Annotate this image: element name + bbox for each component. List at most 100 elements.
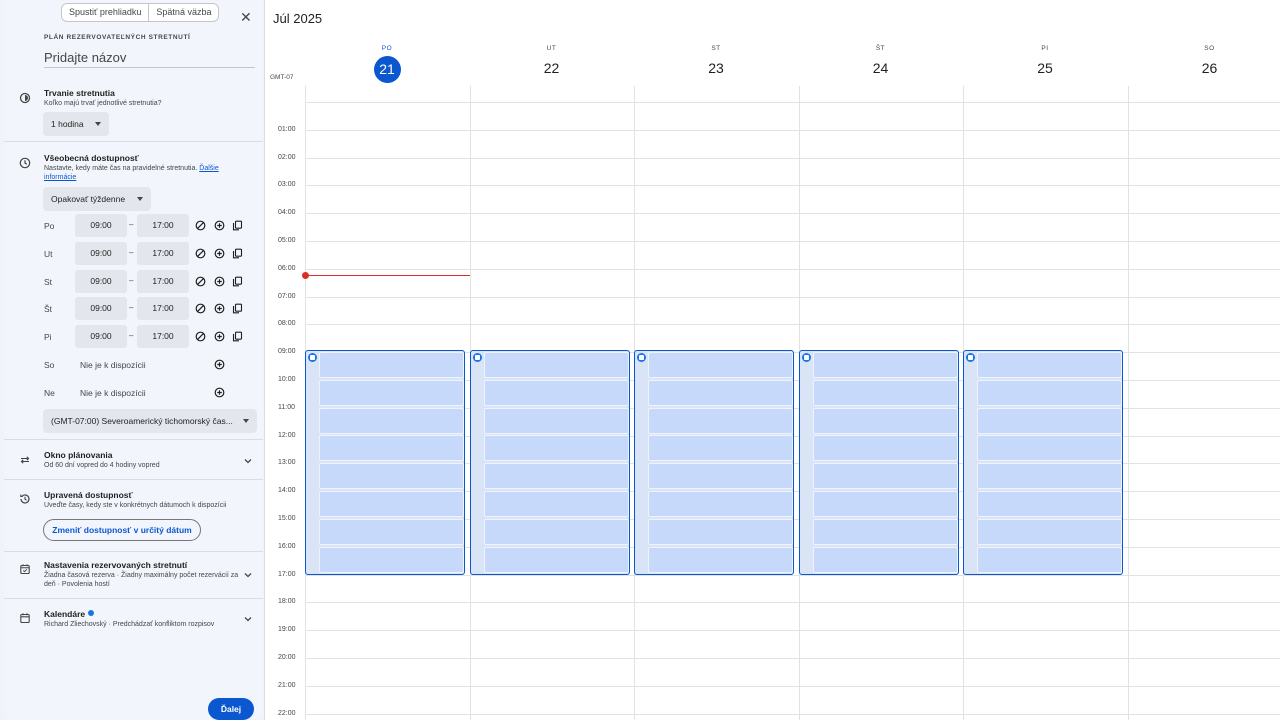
appointment-slot[interactable] (648, 352, 793, 378)
end-time-field[interactable]: 17:00 (137, 325, 189, 349)
day-number-text: 24 (872, 60, 889, 76)
end-time-field[interactable]: 17:00 (137, 269, 189, 293)
start-time-field[interactable]: 09:00 (75, 241, 127, 265)
availability-block[interactable] (469, 350, 630, 575)
appointment-slot[interactable] (319, 435, 464, 462)
day-number[interactable]: 21 (305, 56, 469, 83)
end-time-field[interactable]: 17:00 (137, 214, 189, 237)
day-number[interactable]: 23 (634, 56, 798, 81)
day-number[interactable]: 25 (963, 56, 1127, 81)
appointment-slot[interactable] (812, 407, 958, 434)
end-time-field[interactable]: 17:00 (137, 241, 189, 265)
duration-select[interactable]: 1 hodina (43, 112, 109, 136)
general-subtitle-text: Nastavte, kedy máte čas na pravidelné st… (44, 165, 198, 172)
change-date-availability-button[interactable]: Zmeniť dostupnosť v určitý dátum (43, 519, 201, 541)
appointment-slot[interactable] (812, 463, 958, 490)
hour-gridline (305, 129, 1280, 131)
unavailable-icon[interactable] (195, 276, 206, 287)
unavailable-icon[interactable] (195, 303, 206, 314)
appointment-slot[interactable] (812, 491, 958, 517)
copy-times-icon[interactable] (232, 331, 243, 342)
repeat-select[interactable]: Opakovať týždenne (43, 187, 151, 211)
unavailable-icon[interactable] (195, 331, 206, 342)
appointment-slot[interactable] (319, 546, 464, 573)
appointment-slot[interactable] (648, 379, 793, 406)
copy-times-icon[interactable] (232, 276, 243, 287)
appointment-slot[interactable] (977, 407, 1122, 434)
start-tour-button[interactable]: Spustiť prehliadku (62, 4, 148, 21)
appointment-slot[interactable] (483, 546, 629, 573)
appointment-slot[interactable] (812, 518, 958, 545)
title-input[interactable] (44, 48, 255, 68)
appointment-slot[interactable] (483, 435, 629, 462)
booking-page-icon (801, 353, 811, 362)
availability-block[interactable] (305, 350, 465, 575)
appointment-slot[interactable] (812, 435, 958, 462)
weekday-label: St (44, 276, 53, 287)
copy-times-icon[interactable] (232, 303, 243, 314)
appointment-slot[interactable] (812, 379, 958, 406)
appointment-slot[interactable] (648, 463, 793, 490)
hour-label: 20:00 (278, 654, 296, 661)
appointment-slot[interactable] (648, 546, 793, 573)
appointment-slot[interactable] (812, 352, 958, 378)
appointment-slot[interactable] (483, 379, 629, 406)
chevron-down-icon[interactable] (243, 614, 253, 624)
appointment-slot[interactable] (319, 518, 464, 545)
day-number[interactable]: 26 (1128, 56, 1280, 81)
add-time-icon[interactable] (214, 331, 225, 342)
start-time-field[interactable]: 09:00 (75, 269, 127, 293)
booking-settings-title: Nastavenia rezervovaných stretnutí (44, 560, 188, 570)
appointment-slot[interactable] (319, 463, 464, 490)
day-number[interactable]: 22 (470, 56, 634, 81)
weekday-label: Po (44, 221, 55, 231)
availability-block[interactable] (963, 350, 1123, 575)
copy-times-icon[interactable] (232, 248, 243, 259)
add-time-icon[interactable] (214, 248, 225, 259)
add-time-icon[interactable] (214, 387, 225, 398)
unavailable-icon[interactable] (195, 248, 206, 259)
appointment-slot[interactable] (319, 407, 464, 434)
day-number-text: 25 (1037, 60, 1053, 76)
appointment-slot[interactable] (483, 352, 629, 378)
appointment-slot[interactable] (648, 435, 793, 462)
appointment-slot[interactable] (319, 379, 464, 406)
feedback-button[interactable]: Spätná väzba (148, 4, 218, 21)
chevron-down-icon[interactable] (243, 570, 253, 580)
appointment-slot[interactable] (319, 352, 464, 378)
availability-block[interactable] (798, 350, 959, 575)
appointment-slot[interactable] (483, 463, 629, 490)
appointment-slot[interactable] (977, 435, 1122, 462)
start-time-field[interactable]: 09:00 (75, 325, 127, 349)
appointment-slot[interactable] (648, 407, 793, 434)
appointment-slot[interactable] (483, 518, 629, 545)
appointment-slot[interactable] (977, 518, 1122, 545)
end-time-field[interactable]: 17:00 (137, 297, 189, 321)
hour-gridline (305, 602, 1280, 604)
appointment-slot[interactable] (977, 352, 1122, 378)
copy-times-icon[interactable] (232, 220, 243, 231)
add-time-icon[interactable] (214, 303, 225, 314)
timezone-select[interactable]: (GMT-07:00) Severoamerický tichomorský č… (43, 409, 257, 433)
add-time-icon[interactable] (214, 359, 225, 370)
appointment-slot[interactable] (812, 546, 958, 573)
appointment-slot[interactable] (977, 463, 1122, 490)
chevron-down-icon[interactable] (243, 456, 253, 466)
appointment-slot[interactable] (483, 491, 629, 517)
appointment-slot[interactable] (648, 518, 793, 545)
start-time-field[interactable]: 09:00 (75, 214, 127, 237)
add-time-icon[interactable] (214, 220, 225, 231)
day-number[interactable]: 24 (799, 56, 963, 81)
appointment-slot[interactable] (977, 546, 1122, 573)
appointment-slot[interactable] (977, 379, 1122, 406)
appointment-slot[interactable] (977, 491, 1122, 517)
unavailable-icon[interactable] (195, 220, 206, 231)
add-time-icon[interactable] (214, 276, 225, 287)
availability-block[interactable] (634, 350, 794, 575)
start-time-field[interactable]: 09:00 (75, 297, 127, 321)
next-button[interactable]: Ďalej (208, 698, 254, 720)
close-icon[interactable]: ✕ (240, 10, 252, 24)
appointment-slot[interactable] (483, 407, 629, 434)
appointment-slot[interactable] (319, 491, 464, 517)
appointment-slot[interactable] (648, 491, 793, 517)
